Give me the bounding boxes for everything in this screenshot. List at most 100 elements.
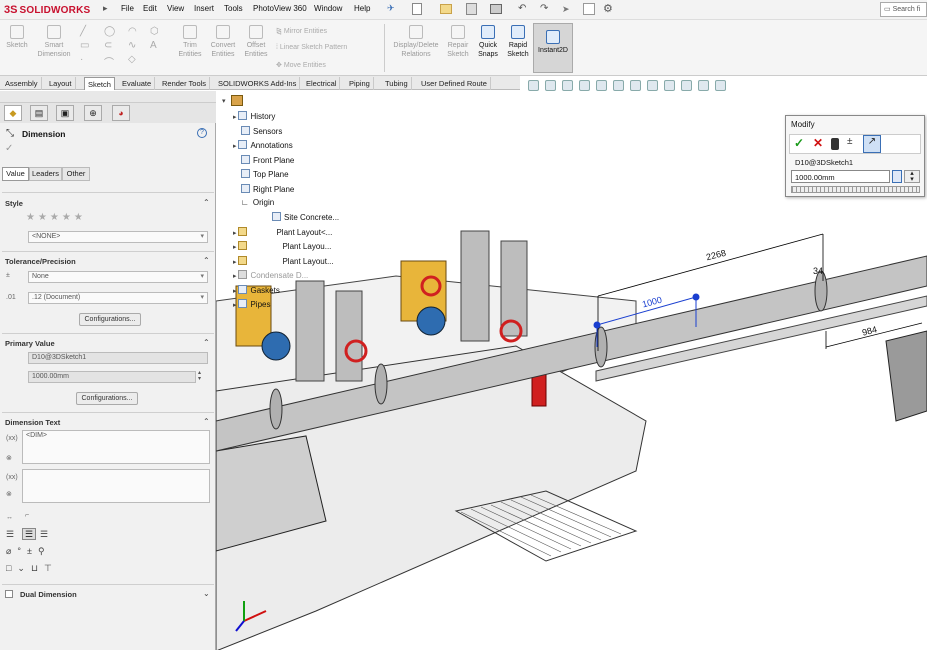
move-entities-button[interactable]: ✥ Move Entities: [276, 61, 326, 69]
print-icon[interactable]: [490, 4, 502, 14]
primary-value-field[interactable]: 1000.00mm: [28, 371, 196, 383]
configurations-button-2[interactable]: Configurations...: [76, 392, 138, 405]
collapse-caret-icon[interactable]: ⌃: [203, 256, 210, 265]
tab-layout[interactable]: Layout: [46, 77, 76, 90]
rebuild-traffic-light-icon[interactable]: [831, 138, 839, 150]
tree-item-gaskets[interactable]: ▸ Gaskets: [233, 285, 280, 295]
style-section-header[interactable]: Style: [5, 199, 23, 208]
menu-insert[interactable]: Insert: [194, 4, 214, 13]
tolerance-section-header[interactable]: Tolerance/Precision: [5, 257, 76, 266]
help-icon[interactable]: ?: [197, 128, 207, 138]
cancel-x-icon[interactable]: ✕: [813, 136, 823, 150]
tree-item-front-plane[interactable]: Front Plane: [241, 155, 294, 165]
menu-file[interactable]: File: [121, 4, 134, 13]
spline-icon[interactable]: ∿: [128, 40, 136, 51]
primary-name-field[interactable]: D10@3DSketch1: [28, 352, 208, 364]
tab-assembly[interactable]: Assembly: [2, 77, 42, 90]
instant2d-button[interactable]: Instant2D: [533, 23, 573, 73]
dimxpert-tab-icon[interactable]: ⊕: [84, 105, 102, 121]
tab-sketch[interactable]: Sketch: [84, 77, 115, 90]
scene-icon[interactable]: [681, 80, 692, 91]
display-delete-relations-button[interactable]: Display/Delete Relations: [388, 25, 444, 59]
tree-item-top-plane[interactable]: Top Plane: [241, 169, 289, 179]
offset-entities-button[interactable]: Offset Entities: [242, 25, 270, 59]
tab-evaluate[interactable]: Evaluate: [119, 77, 156, 90]
style-dropdown[interactable]: <NONE>: [28, 231, 208, 243]
propertymanager-tab-icon[interactable]: ▤: [30, 105, 48, 121]
tree-item-site-concrete[interactable]: Site Concrete...: [272, 212, 339, 222]
tree-collapse-icon[interactable]: ▾: [222, 97, 226, 105]
symbol-icons-row-1[interactable]: ⌀°±⚲: [6, 546, 51, 557]
hide-show-icon[interactable]: [647, 80, 658, 91]
dimension-text-section-header[interactable]: Dimension Text: [5, 418, 60, 427]
dimension-text-bottom-field[interactable]: [22, 469, 210, 503]
point-icon[interactable]: ·: [80, 54, 83, 65]
rapid-sketch-button[interactable]: Rapid Sketch: [504, 25, 532, 59]
quick-snaps-button[interactable]: Quick Snaps: [474, 25, 502, 59]
display-style-icon[interactable]: [630, 80, 641, 91]
text-icon[interactable]: A: [150, 40, 157, 51]
configurationmanager-tab-icon[interactable]: ▣: [56, 105, 74, 121]
spin-arrows-icon[interactable]: ▴ ▾: [198, 370, 201, 382]
subtab-leaders[interactable]: Leaders: [29, 167, 62, 181]
tree-item-history[interactable]: ▸ History: [233, 111, 275, 121]
tree-item-origin[interactable]: ∟ Origin: [241, 198, 274, 207]
expand-caret-icon[interactable]: ⌄: [203, 589, 210, 598]
open-folder-icon[interactable]: [440, 4, 452, 14]
collapse-caret-icon[interactable]: ⌃: [203, 338, 210, 347]
inspection-icon[interactable]: ⌐: [25, 512, 29, 519]
ok-check-icon[interactable]: ✓: [5, 143, 13, 154]
view-orientation-icon[interactable]: [613, 80, 624, 91]
add-parentheses-icon[interactable]: ↔: [6, 514, 13, 521]
modify-spin-arrows-icon[interactable]: ▴ ▾: [904, 170, 920, 183]
repair-sketch-button[interactable]: Repair Sketch: [445, 25, 471, 59]
collapse-caret-icon[interactable]: ⌃: [203, 417, 210, 426]
text-bottom-icon[interactable]: (xx): [6, 474, 18, 481]
ok-check-icon[interactable]: ✓: [794, 136, 804, 150]
tree-item-plant-layout-2[interactable]: ▸ Plant Layou...: [233, 241, 331, 251]
search-input[interactable]: ▭ Search fi: [880, 2, 927, 17]
display-manager-tab-icon[interactable]: ◕: [112, 105, 130, 121]
tab-electrical[interactable]: Electrical: [303, 77, 341, 90]
tree-item-right-plane[interactable]: Right Plane: [241, 184, 294, 194]
tree-item-plant-layout-1[interactable]: ▸ Plant Layout<...: [233, 227, 332, 237]
dual-dimension-checkbox[interactable]: [5, 590, 13, 598]
convert-entities-button[interactable]: Convert Entities: [207, 25, 239, 59]
text-below-icon[interactable]: ⊗: [6, 454, 12, 462]
options-gear-icon[interactable]: ⚙: [603, 2, 613, 15]
text-above-icon[interactable]: (xx): [6, 435, 18, 442]
undo-icon[interactable]: ↶: [518, 3, 526, 14]
dual-dimension-label[interactable]: Dual Dimension: [20, 590, 77, 599]
previous-view-icon[interactable]: [562, 80, 573, 91]
expand-arrow-icon[interactable]: ▸: [103, 3, 108, 14]
menu-window[interactable]: Window: [314, 4, 342, 13]
featuremanager-tab-icon[interactable]: ◆: [4, 105, 22, 121]
realview-icon[interactable]: [715, 80, 726, 91]
menu-tools[interactable]: Tools: [224, 4, 243, 13]
rebuild-icon[interactable]: [583, 3, 595, 15]
text-bottom-icon-2[interactable]: ⊗: [6, 490, 12, 498]
tolerance-dropdown[interactable]: None: [28, 271, 208, 283]
save-icon[interactable]: [466, 3, 477, 15]
justify-left-icon[interactable]: ☰: [6, 529, 14, 540]
configurations-button[interactable]: Configurations...: [79, 313, 141, 326]
rectangle-icon[interactable]: ▭: [80, 40, 89, 51]
zoom-area-icon[interactable]: [545, 80, 556, 91]
arc-icon[interactable]: ◠: [128, 26, 137, 37]
select-arrow-icon[interactable]: ➤: [562, 4, 570, 15]
trim-entities-button[interactable]: Trim Entities: [176, 25, 204, 59]
primary-value-section-header[interactable]: Primary Value: [5, 339, 55, 348]
solidworks-logo[interactable]: 3S SOLIDWORKS: [4, 2, 90, 18]
precision-dropdown[interactable]: .12 (Document): [28, 292, 208, 304]
polygon-icon[interactable]: ⬡: [150, 26, 159, 37]
tab-render-tools[interactable]: Render Tools: [159, 77, 211, 90]
fillet-icon[interactable]: ⌒: [104, 54, 114, 69]
sketch-button[interactable]: Sketch: [4, 25, 30, 50]
smart-dimension-button[interactable]: Smart Dimension: [34, 25, 74, 59]
menu-photoview[interactable]: PhotoView 360: [253, 4, 307, 13]
subtab-value[interactable]: Value: [2, 167, 29, 181]
redo-icon[interactable]: ↷: [540, 3, 548, 14]
tab-piping[interactable]: Piping: [346, 77, 374, 90]
justify-right-icon[interactable]: ☰: [40, 529, 48, 540]
new-document-icon[interactable]: [412, 3, 422, 15]
